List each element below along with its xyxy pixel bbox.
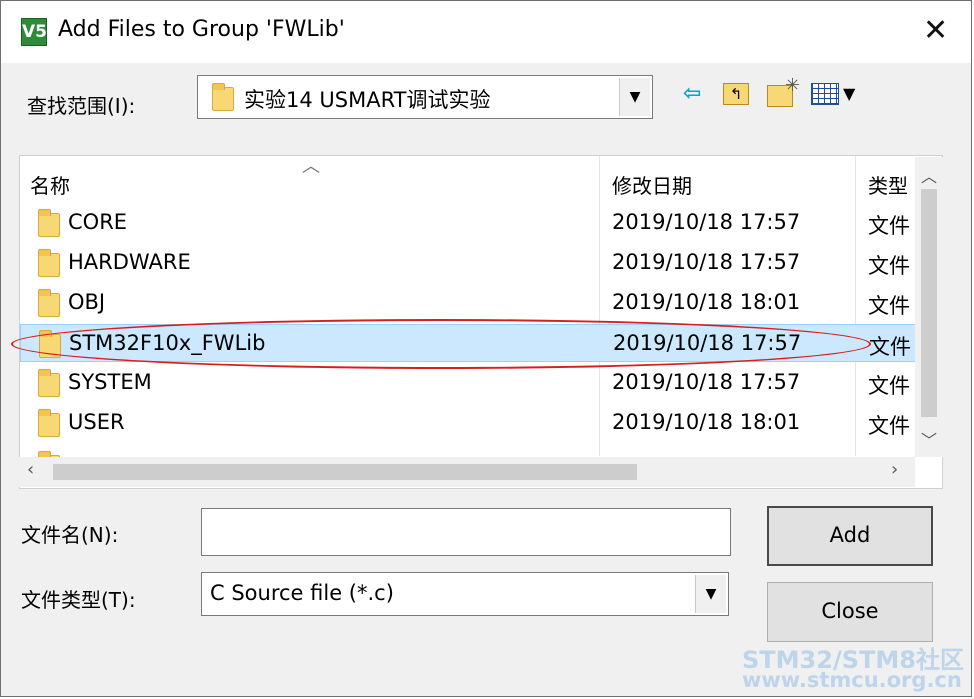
watermark-url: www.stmcu.org.cn <box>742 668 962 692</box>
scroll-down-icon[interactable]: ﹀ <box>915 427 943 451</box>
folder-icon <box>212 83 234 111</box>
item-type: 文件 <box>868 214 910 238</box>
look-in-label: 查找范围(I): <box>27 94 136 118</box>
horizontal-scrollbar[interactable]: ‹ › <box>19 457 915 487</box>
item-name: STM32F10x_FWLib <box>69 331 266 355</box>
column-header-date[interactable]: 修改日期 <box>612 170 692 199</box>
chevron-down-icon[interactable]: ▼ <box>619 78 650 116</box>
scrollbar-thumb[interactable] <box>921 189 937 417</box>
back-arrow-icon[interactable]: ⇦ <box>683 81 701 107</box>
list-item[interactable]: SYSTEM 2019/10/18 17:57 文件 <box>20 364 916 402</box>
filetype-value: C Source file (*.c) <box>210 581 394 605</box>
vertical-scrollbar[interactable]: ︿ ﹀ <box>915 157 943 457</box>
column-header-name[interactable]: 名称 <box>30 170 70 199</box>
chevron-down-icon[interactable]: ▼ <box>695 575 726 613</box>
filetype-label: 文件类型(T): <box>21 588 136 612</box>
item-type: 文件 <box>868 254 910 278</box>
look-in-value: 实验14 USMART调试实验 <box>244 88 491 112</box>
filetype-combobox[interactable]: C Source file (*.c) ▼ <box>201 572 729 616</box>
column-header-type[interactable]: 类型 <box>868 170 908 199</box>
item-type: 文件 <box>869 335 911 359</box>
list-item[interactable]: OBJ 2019/10/18 18:01 文件 <box>20 284 916 322</box>
item-type: 文件 <box>868 414 910 438</box>
list-header: ︿ 名称 修改日期 类型 <box>20 156 920 206</box>
scroll-right-icon[interactable]: › <box>891 459 898 480</box>
keil-app-icon: V5 <box>21 18 47 46</box>
list-item[interactable]: USER 2019/10/18 18:01 文件 <box>20 404 916 442</box>
item-name: USER <box>68 410 125 434</box>
close-icon[interactable]: ✕ <box>923 15 948 47</box>
look-in-combobox[interactable]: 实验14 USMART调试实验 ▼ <box>197 75 653 119</box>
sort-ascending-icon: ︿ <box>302 156 320 177</box>
item-date: 2019/10/18 18:01 <box>612 410 801 434</box>
file-list[interactable]: ︿ 名称 修改日期 类型 CORE 2019/10/18 17:57 文件 HA… <box>19 155 943 489</box>
title-bar: V5 Add Files to Group 'FWLib' ✕ <box>1 1 971 63</box>
filename-field[interactable] <box>201 508 731 556</box>
window-title: Add Files to Group 'FWLib' <box>58 17 345 42</box>
item-date: 2019/10/18 17:57 <box>613 331 802 355</box>
item-date: 2019/10/18 17:57 <box>612 210 801 234</box>
new-folder-sparkle-icon: ✳ <box>785 75 801 96</box>
up-folder-icon[interactable]: ↰ <box>723 83 749 105</box>
item-type: 文件 <box>868 374 910 398</box>
scroll-up-icon[interactable]: ︿ <box>915 163 943 187</box>
close-button[interactable]: Close <box>767 582 933 642</box>
item-date: 2019/10/18 18:01 <box>612 290 801 314</box>
scroll-left-icon[interactable]: ‹ <box>27 459 34 480</box>
list-item[interactable]: CORE 2019/10/18 17:57 文件 <box>20 204 916 242</box>
view-menu-icon[interactable] <box>811 83 839 105</box>
item-type: 文件 <box>868 294 910 318</box>
list-item[interactable]: HARDWARE 2019/10/18 17:57 文件 <box>20 244 916 282</box>
item-name: HARDWARE <box>68 250 191 274</box>
folder-icon <box>38 369 60 397</box>
filename-label: 文件名(N): <box>21 523 119 547</box>
scrollbar-thumb[interactable] <box>53 464 637 480</box>
list-item-selected[interactable]: STM32F10x_FWLib 2019/10/18 17:57 文件 <box>20 324 916 362</box>
folder-icon <box>38 409 60 437</box>
item-date: 2019/10/18 17:57 <box>612 250 801 274</box>
folder-icon <box>39 330 61 358</box>
item-date: 2019/10/18 17:57 <box>612 370 801 394</box>
folder-icon <box>38 289 60 317</box>
add-button[interactable]: Add <box>767 506 933 566</box>
view-dropdown-icon[interactable]: ▼ <box>843 81 855 107</box>
item-name: SYSTEM <box>68 370 152 394</box>
item-name: CORE <box>68 210 128 234</box>
folder-icon <box>38 249 60 277</box>
item-name: OBJ <box>68 290 106 314</box>
add-files-dialog: V5 Add Files to Group 'FWLib' ✕ 查找范围(I):… <box>0 0 972 697</box>
folder-icon <box>38 209 60 237</box>
